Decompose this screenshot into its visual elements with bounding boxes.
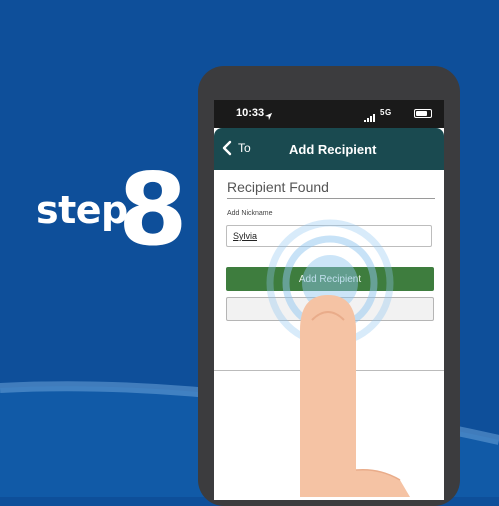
location-arrow-icon — [264, 108, 273, 126]
status-time: 10:33 — [236, 107, 265, 119]
battery-icon — [414, 109, 432, 118]
nav-bar: To Add Recipient — [214, 128, 444, 170]
recipient-found-heading: Recipient Found — [227, 179, 329, 195]
network-type: 5G — [380, 108, 392, 117]
status-bar: 10:33 5G — [214, 100, 444, 128]
back-label: To — [238, 141, 251, 155]
step-number: 8 — [118, 151, 188, 268]
add-recipient-button[interactable]: Add Recipient — [226, 267, 434, 291]
nickname-label: Add Nickname — [227, 210, 273, 217]
chevron-left-icon — [222, 140, 232, 156]
secondary-button[interactable] — [226, 297, 434, 321]
page-title: Add Recipient — [289, 142, 377, 157]
screen-divider — [214, 370, 444, 371]
signal-icon — [364, 109, 377, 127]
step-label: step — [36, 188, 128, 232]
nickname-input[interactable] — [226, 225, 432, 247]
heading-divider — [227, 198, 435, 199]
back-button[interactable]: To — [222, 140, 251, 156]
phone-screen: 10:33 5G To Add Recipient Recipient Foun… — [214, 100, 444, 500]
